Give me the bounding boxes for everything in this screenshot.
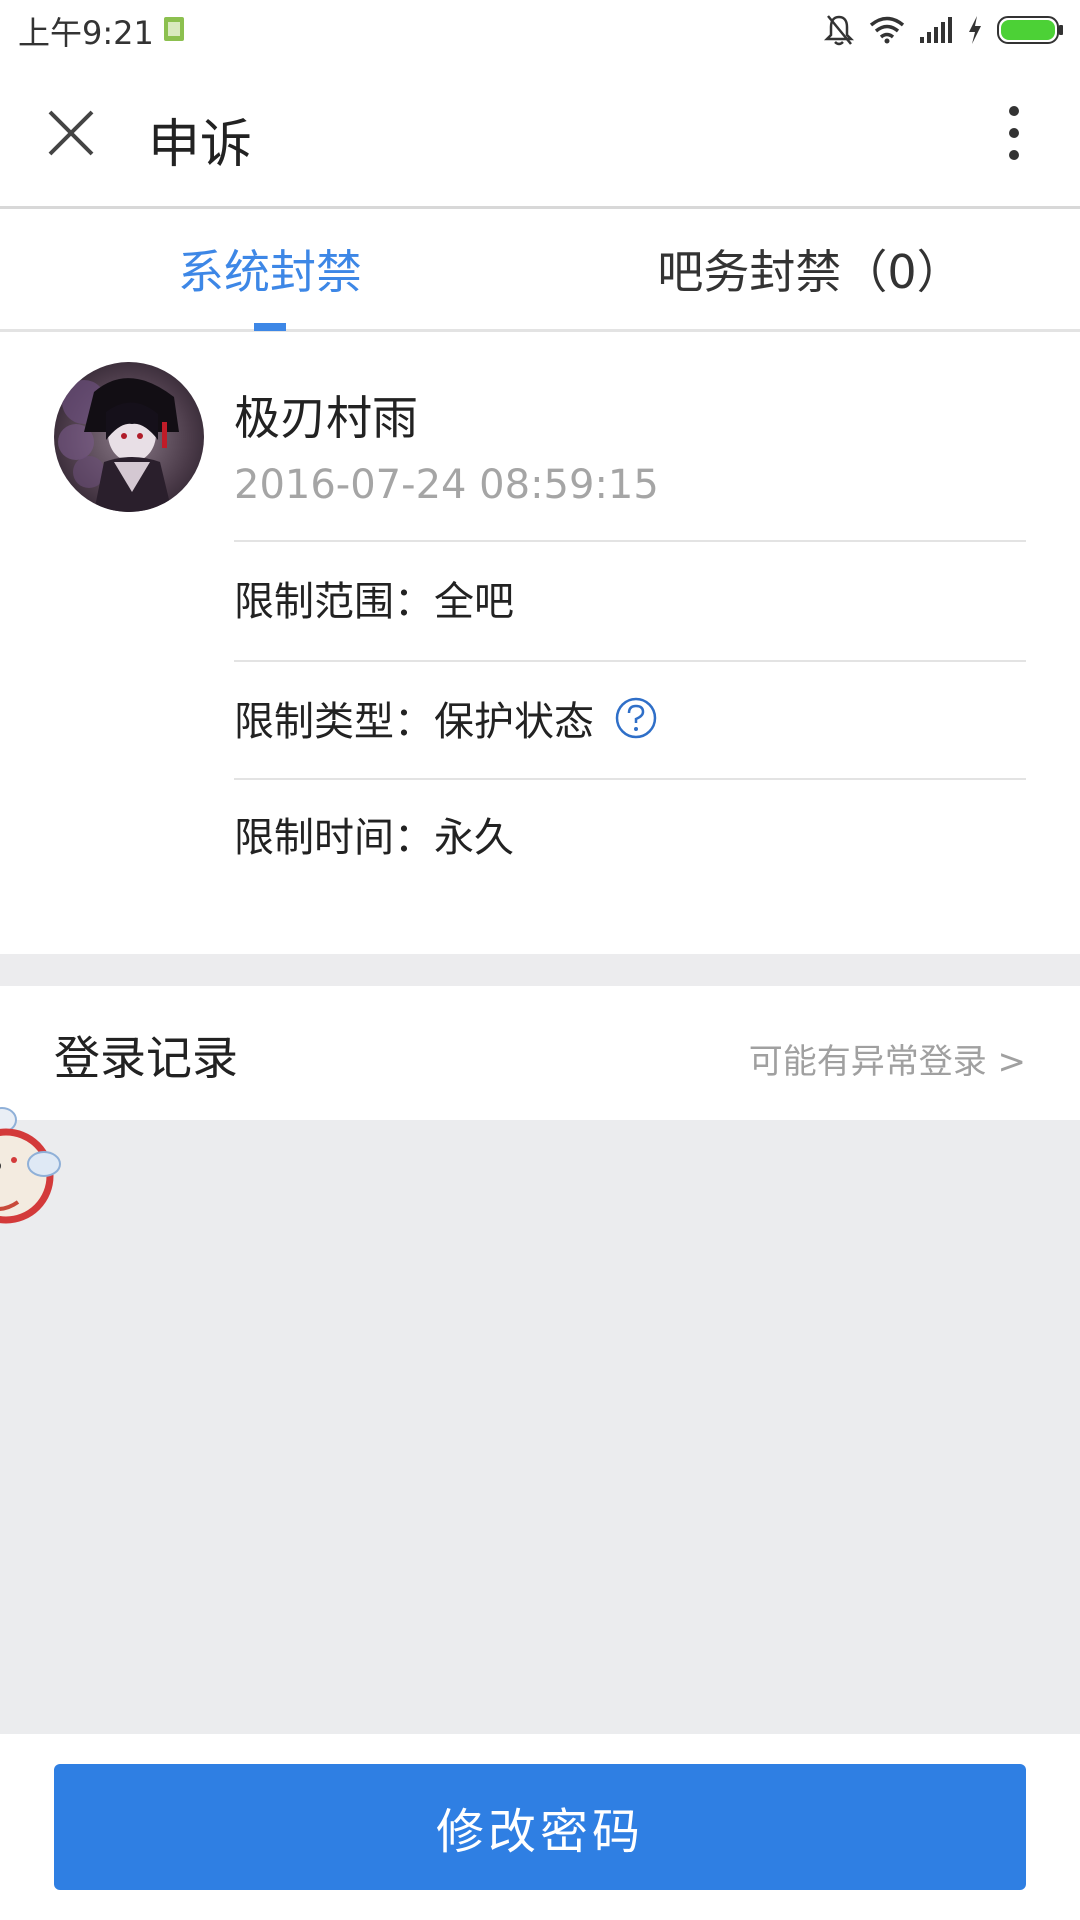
username: 极刃村雨 xyxy=(234,391,418,445)
tab-forum-ban[interactable]: 吧务封禁（0） xyxy=(540,209,1080,329)
avatar[interactable] xyxy=(54,362,204,512)
mute-bell-icon xyxy=(823,13,855,47)
restriction-type: 限制类型：保护状态 xyxy=(234,699,594,745)
restriction-duration: 限制时间：永久 xyxy=(234,815,514,861)
restriction-scope: 限制范围：全吧 xyxy=(234,579,514,625)
abnormal-login-link[interactable]: 可能有异常登录 > xyxy=(749,1034,1026,1083)
change-password-button[interactable]: 修改密码 xyxy=(54,1764,1026,1890)
divider xyxy=(234,540,1026,542)
close-icon xyxy=(48,110,94,156)
status-bar: 上午9:21 xyxy=(0,0,1080,60)
active-tab-indicator xyxy=(254,323,286,331)
status-icons xyxy=(823,12,1065,48)
section-separator xyxy=(0,954,1080,986)
status-time: 上午9:21 xyxy=(18,14,154,52)
tab-bar: 系统封禁 吧务封禁（0） xyxy=(0,209,1080,332)
close-button[interactable] xyxy=(36,98,106,168)
wifi-icon xyxy=(869,16,905,44)
charging-icon xyxy=(967,15,983,45)
tab-system-ban[interactable]: 系统封禁 xyxy=(0,209,540,329)
help-question-icon[interactable] xyxy=(614,696,658,740)
ban-timestamp: 2016-07-24 08:59:15 xyxy=(234,462,659,508)
login-record-title: 登录记录 xyxy=(54,1031,238,1085)
more-options-button[interactable] xyxy=(984,98,1044,168)
title-bar: 申诉 xyxy=(0,60,1080,209)
login-record-header: 登录记录 可能有异常登录 > xyxy=(0,986,1080,1120)
floating-mascot-icon[interactable] xyxy=(0,1106,78,1256)
divider xyxy=(234,660,1026,662)
signal-icon xyxy=(919,17,953,43)
sim-card-icon xyxy=(163,16,185,42)
page-title: 申诉 xyxy=(148,115,253,175)
restriction-type-row: 限制类型：保护状态 xyxy=(234,688,658,748)
bottom-action-area: 修改密码 xyxy=(0,1734,1080,1920)
divider xyxy=(234,778,1026,780)
more-vertical-icon xyxy=(1009,106,1019,160)
ban-info-card: 极刃村雨 2016-07-24 08:59:15 限制范围：全吧 限制类型：保护… xyxy=(0,332,1080,954)
login-record-list xyxy=(0,1120,1080,1734)
battery-icon xyxy=(997,15,1065,45)
